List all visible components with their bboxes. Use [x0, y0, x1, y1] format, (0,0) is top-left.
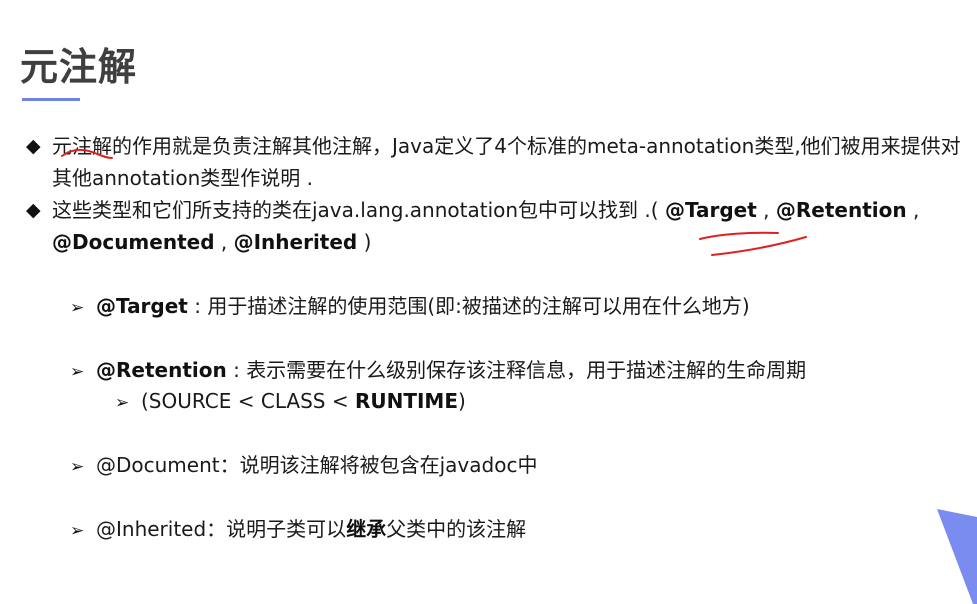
slide-title: 元注解	[20, 45, 138, 89]
arrowhead-icon: ➢	[70, 521, 85, 541]
separator: ,	[756, 198, 776, 222]
subitem-target: ➢ @Target : 用于描述注解的使用范围(即:被描述的注解可以用在什么地方)	[70, 291, 750, 323]
retention-levels-prefix: (SOURCE < CLASS <	[141, 389, 355, 413]
arrowhead-icon: ➢	[70, 298, 85, 318]
retention-name: @Retention	[96, 358, 227, 382]
meta-annotation-term: 元注解	[52, 134, 112, 158]
subitem-retention: ➢ @Retention : 表示需要在什么级别保存该注释信息，用于描述注解的生命…	[70, 355, 806, 387]
bullet-annotation-package: ◆ 这些类型和它们所支持的类在java.lang.annotation包中可以找…	[26, 194, 971, 258]
annotation-retention: @Retention	[775, 198, 907, 222]
subitem-retention-levels: ➢ (SOURCE < CLASS < RUNTIME)	[115, 386, 466, 418]
subitem-document: ➢ @Document：说明该注解将被包含在javadoc中	[70, 450, 537, 482]
bullet-meta-annotation-intro: ◆ 元注解的作用就是负责注解其他注解，Java定义了4个标准的meta-anno…	[26, 130, 971, 194]
annotation-target: @Target	[664, 198, 757, 222]
separator: ,	[214, 230, 234, 254]
bullet-description: 的作用就是负责注解其他注解，Java定义了4个标准的meta-annotatio…	[52, 134, 961, 190]
separator: ,	[906, 198, 920, 222]
arrowhead-icon: ➢	[70, 457, 85, 477]
retention-runtime: RUNTIME	[354, 389, 458, 413]
inherited-prefix: @Inherited：说明子类可以	[96, 517, 347, 541]
target-description: : 用于描述注解的使用范围(即:被描述的注解可以用在什么地方)	[187, 294, 750, 318]
bullet-text: 元注解的作用就是负责注解其他注解，Java定义了4个标准的meta-annota…	[52, 130, 971, 194]
arrowhead-icon: ➢	[115, 393, 130, 413]
closing-paren: )	[357, 230, 372, 254]
title-underline	[22, 98, 80, 101]
subitem-inherited: ➢ @Inherited：说明子类可以继承父类中的该注解	[70, 514, 526, 546]
package-sentence: 这些类型和它们所支持的类在java.lang.annotation包中可以找到 …	[52, 198, 665, 222]
diamond-icon: ◆	[26, 199, 41, 221]
corner-accent-shape	[937, 509, 977, 604]
annotation-inherited: @Inherited	[233, 230, 358, 254]
retention-description: : 表示需要在什么级别保存该注释信息，用于描述注解的生命周期	[226, 358, 807, 382]
annotation-documented: @Documented	[52, 230, 215, 254]
bullet-text: 这些类型和它们所支持的类在java.lang.annotation包中可以找到 …	[52, 194, 971, 258]
diamond-icon: ◆	[26, 135, 41, 157]
inherited-suffix: 父类中的该注解	[386, 517, 527, 541]
retention-levels-suffix: )	[458, 389, 466, 413]
inherited-bold-term: 继承	[346, 517, 387, 541]
target-name: @Target	[96, 294, 188, 318]
document-text: @Document：说明该注解将被包含在javadoc中	[96, 453, 538, 477]
arrowhead-icon: ➢	[70, 362, 85, 382]
